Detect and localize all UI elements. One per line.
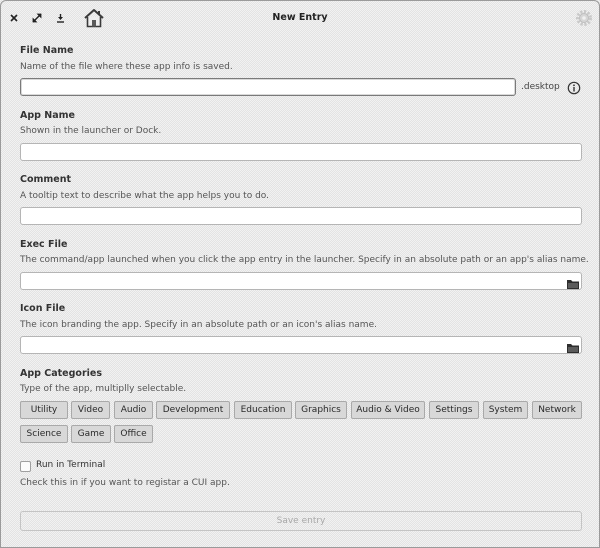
icon-file-browse-button[interactable] bbox=[566, 339, 580, 353]
gear-icon bbox=[576, 10, 592, 26]
category-network-button[interactable]: Network bbox=[532, 401, 582, 419]
desktop-suffix: .desktop bbox=[521, 82, 560, 92]
home-button[interactable] bbox=[83, 7, 105, 29]
info-icon bbox=[567, 81, 581, 95]
category-development-button[interactable]: Development bbox=[156, 401, 230, 419]
run-in-terminal-checkbox[interactable] bbox=[20, 461, 31, 472]
close-button[interactable] bbox=[6, 10, 22, 26]
icon-file-input[interactable] bbox=[20, 336, 582, 354]
maximize-button[interactable] bbox=[29, 10, 45, 26]
comment-title: Comment bbox=[20, 174, 72, 185]
exec-file-input[interactable] bbox=[20, 272, 582, 290]
category-system-button[interactable]: System bbox=[483, 401, 528, 419]
category-office-button[interactable]: Office bbox=[114, 425, 153, 443]
categories-description: Type of the app, multiplly selectable. bbox=[20, 384, 187, 394]
category-settings-button[interactable]: Settings bbox=[429, 401, 479, 419]
folder-icon bbox=[567, 280, 579, 289]
icon-file-description: The icon branding the app. Specify in an… bbox=[20, 320, 377, 330]
category-audio-video-button[interactable]: Audio & Video bbox=[351, 401, 425, 419]
app-name-input[interactable] bbox=[20, 143, 582, 161]
icon-file-title: Icon File bbox=[20, 303, 66, 314]
folder-icon bbox=[567, 344, 579, 353]
exec-file-description: The command/app launched when you click … bbox=[20, 255, 589, 265]
save-entry-button[interactable]: Save entry bbox=[20, 511, 582, 531]
category-game-button[interactable]: Game bbox=[71, 425, 111, 443]
download-button[interactable] bbox=[52, 10, 68, 26]
run-in-terminal-description: Check this in if you want to registar a … bbox=[20, 478, 230, 488]
categories-title: App Categories bbox=[20, 368, 102, 379]
settings-button[interactable] bbox=[575, 9, 593, 27]
app-name-title: App Name bbox=[20, 110, 75, 121]
category-science-button[interactable]: Science bbox=[20, 425, 68, 443]
app-name-description: Shown in the launcher or Dock. bbox=[20, 126, 162, 136]
exec-file-title: Exec File bbox=[20, 239, 68, 250]
category-graphics-button[interactable]: Graphics bbox=[295, 401, 347, 419]
run-in-terminal-label[interactable]: Run in Terminal bbox=[36, 460, 105, 470]
home-icon bbox=[84, 9, 104, 28]
category-education-button[interactable]: Education bbox=[234, 401, 292, 419]
info-button[interactable] bbox=[567, 80, 581, 95]
titlebar: New Entry bbox=[1, 1, 599, 35]
comment-description: A tooltip text to describe what the app … bbox=[20, 191, 270, 201]
file-name-description: Name of the file where these app info is… bbox=[20, 62, 233, 72]
app-window: New Entry File Name Name of the file whe… bbox=[0, 0, 600, 548]
maximize-icon bbox=[32, 13, 42, 23]
comment-input[interactable] bbox=[20, 207, 582, 225]
category-utility-button[interactable]: Utility bbox=[20, 401, 68, 419]
file-name-input[interactable] bbox=[20, 78, 516, 96]
file-name-title: File Name bbox=[20, 45, 74, 56]
download-icon bbox=[56, 14, 64, 23]
close-icon bbox=[10, 14, 18, 22]
category-video-button[interactable]: Video bbox=[71, 401, 110, 419]
exec-file-browse-button[interactable] bbox=[566, 275, 580, 289]
category-audio-button[interactable]: Audio bbox=[114, 401, 153, 419]
